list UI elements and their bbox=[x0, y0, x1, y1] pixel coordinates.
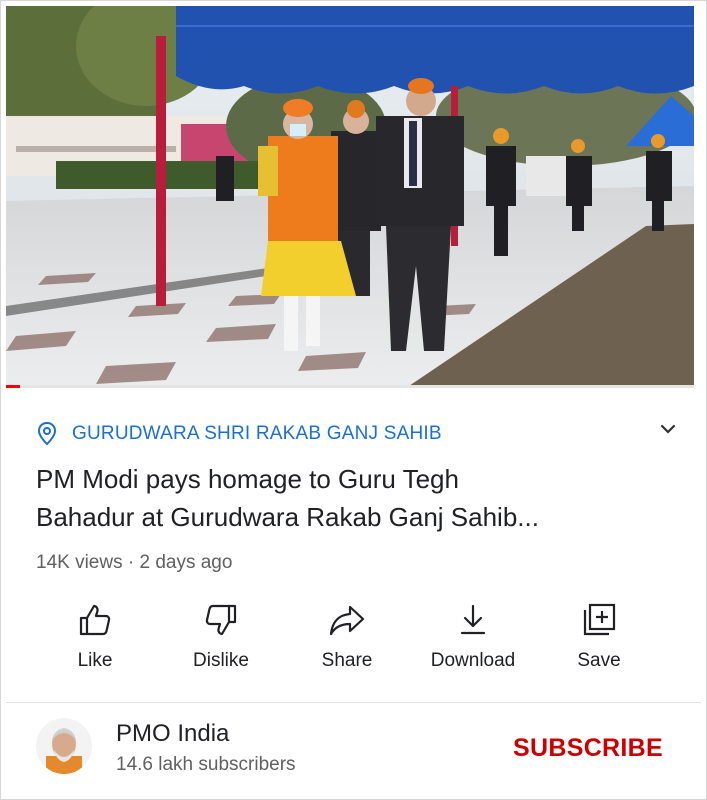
avatar-image bbox=[36, 718, 92, 774]
video-title-line: Bahadur at Gurudwara Rakab Ganj Sahib... bbox=[36, 502, 539, 532]
video-title-line: PM Modi pays homage to Guru Tegh bbox=[36, 464, 459, 494]
share-button[interactable]: Share bbox=[292, 602, 402, 672]
dislike-label: Dislike bbox=[193, 650, 249, 671]
like-button[interactable]: Like bbox=[40, 602, 150, 672]
share-arrow-icon bbox=[329, 605, 365, 636]
subscriber-count: 14.6 lakh subscribers bbox=[116, 754, 296, 775]
thumbs-up-icon bbox=[79, 604, 111, 636]
action-bar: Like Dislike Share Download Save bbox=[34, 602, 674, 682]
like-label: Like bbox=[77, 650, 113, 671]
dislike-button[interactable]: Dislike bbox=[166, 602, 276, 672]
download-icon bbox=[460, 604, 486, 635]
download-label: Download bbox=[430, 650, 516, 671]
video-title[interactable]: PM Modi pays homage to Guru Tegh Bahadur… bbox=[36, 460, 636, 536]
channel-avatar[interactable] bbox=[36, 718, 92, 774]
share-label: Share bbox=[321, 650, 373, 671]
video-progress-fill bbox=[6, 385, 20, 388]
thumbs-down-icon bbox=[205, 604, 237, 636]
subscribe-button[interactable]: SUBSCRIBE bbox=[513, 734, 663, 763]
download-button[interactable]: Download bbox=[418, 602, 528, 672]
save-button[interactable]: Save bbox=[544, 602, 654, 672]
add-to-playlist-icon bbox=[583, 603, 616, 636]
video-frame-image bbox=[6, 6, 694, 388]
video-meta: 14K views · 2 days ago bbox=[36, 552, 233, 573]
location-label: GURUDWARA SHRI RAKAB GANJ SAHIB bbox=[72, 423, 442, 444]
video-player[interactable] bbox=[6, 6, 694, 388]
chevron-down-icon[interactable] bbox=[657, 418, 679, 440]
divider bbox=[6, 702, 701, 703]
video-progress-bar[interactable] bbox=[6, 385, 694, 388]
save-label: Save bbox=[577, 650, 621, 671]
location-link[interactable]: GURUDWARA SHRI RAKAB GANJ SAHIB bbox=[36, 420, 442, 448]
location-pin-icon bbox=[37, 421, 57, 446]
channel-name[interactable]: PMO India bbox=[116, 720, 229, 748]
